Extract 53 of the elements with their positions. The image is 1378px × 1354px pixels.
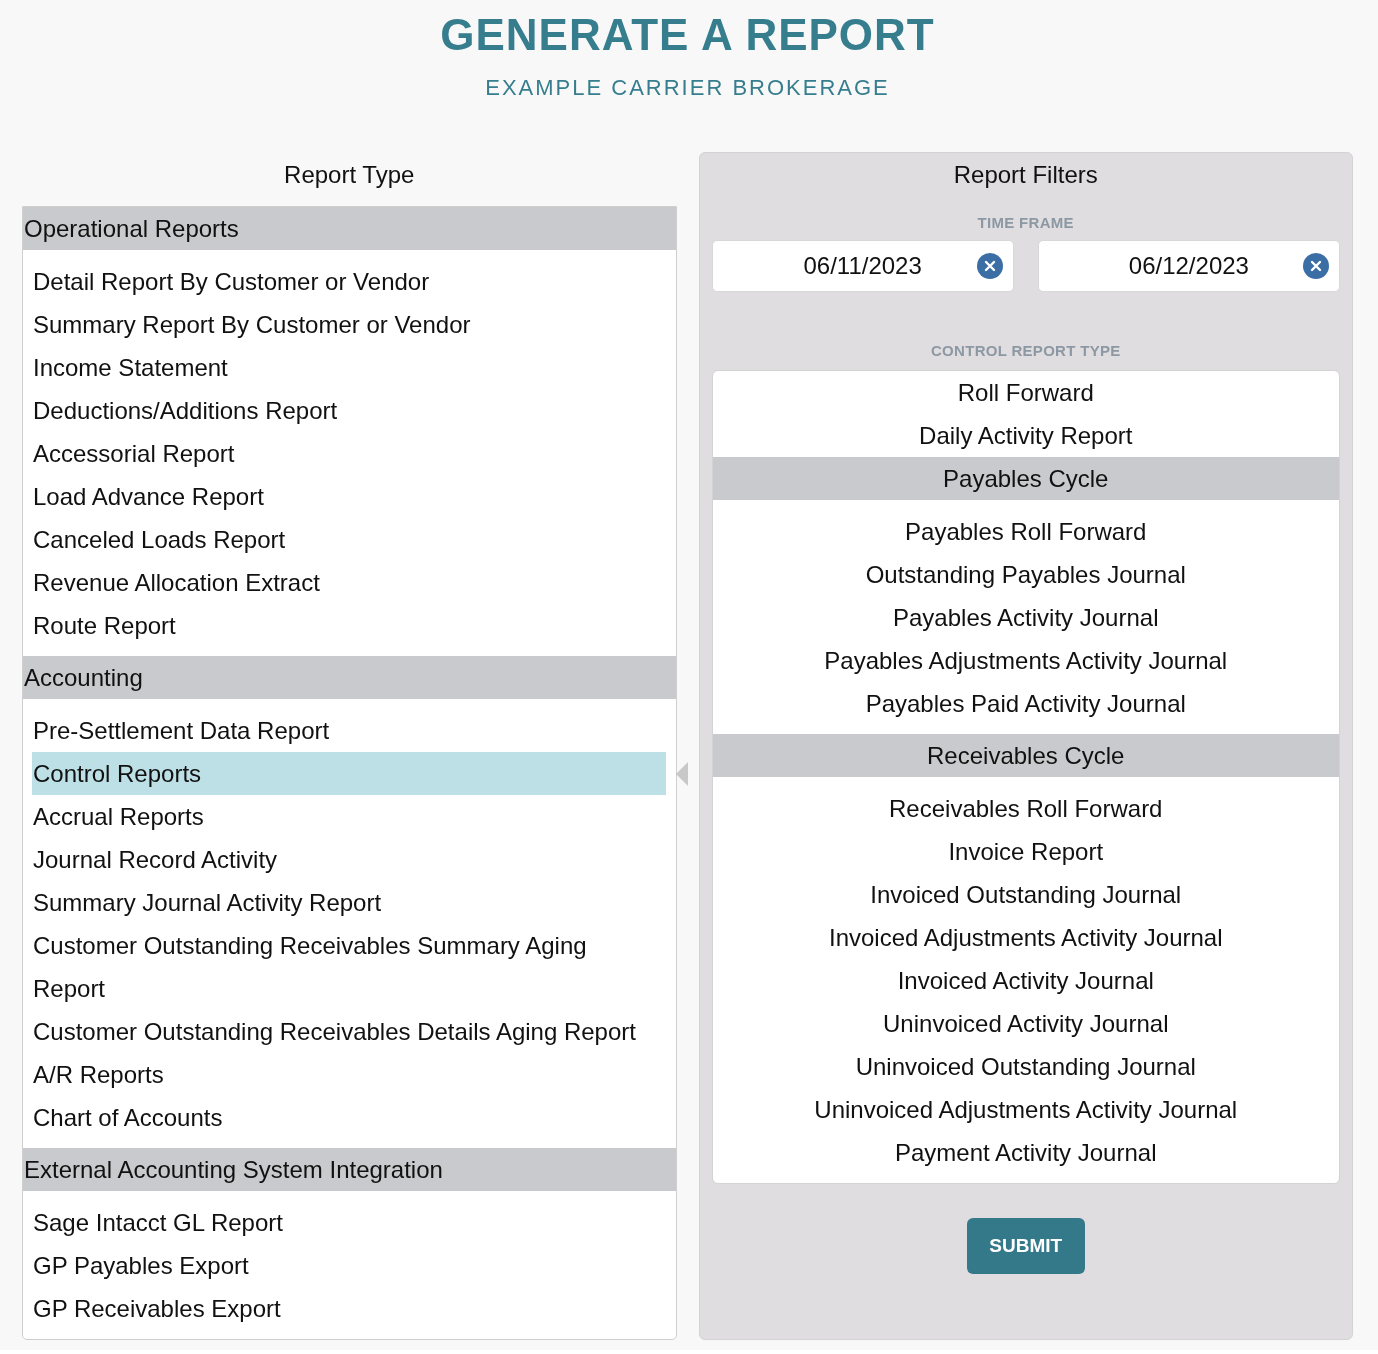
report-type-item[interactable]: Detail Report By Customer or Vendor	[32, 260, 666, 303]
report-type-item[interactable]: Journal Record Activity	[32, 838, 666, 881]
report-type-item[interactable]: Income Statement	[32, 346, 666, 389]
control-report-item[interactable]: Payment Activity Journal	[891, 1131, 1161, 1174]
control-report-type-label: CONTROL REPORT TYPE	[930, 341, 1121, 361]
page-subtitle: EXAMPLE CARRIER BROKERAGE	[485, 74, 890, 102]
report-type-item[interactable]: Summary Journal Activity Report	[32, 881, 666, 924]
report-type-item[interactable]: Load Advance Report	[32, 475, 666, 518]
report-type-heading: Report Type	[284, 160, 415, 190]
report-type-item[interactable]: Sage Intacct GL Report	[32, 1201, 666, 1244]
control-report-item[interactable]: Uninvoiced Adjustments Activity Journal	[810, 1088, 1242, 1131]
control-report-item[interactable]: Invoiced Adjustments Activity Journal	[825, 916, 1227, 959]
report-type-item[interactable]: Deductions/Additions Report	[32, 389, 666, 432]
date-field[interactable]: 06/11/2023	[711, 240, 1014, 292]
report-type-item[interactable]: Revenue Allocation Extract	[32, 561, 666, 604]
control-report-item[interactable]: Invoiced Outstanding Journal	[866, 873, 1186, 916]
report-type-item[interactable]: Pre-Settlement Data Report	[32, 709, 666, 752]
report-type-item[interactable]: A/R Reports	[32, 1053, 666, 1096]
section-header: Payables Cycle	[712, 457, 1339, 500]
section-header: Accounting	[23, 656, 676, 699]
report-type-item[interactable]: Customer Outstanding Receivables Summary Aging Report	[32, 924, 666, 1010]
submit-button[interactable]: SUBMIT	[966, 1218, 1085, 1274]
report-filters-heading: Report Filters	[953, 160, 1098, 190]
control-report-item[interactable]: Invoiced Activity Journal	[893, 959, 1158, 1002]
control-report-item[interactable]: Invoice Report	[944, 830, 1108, 873]
report-type-item[interactable]: Customer Outstanding Receivables Details Aging Report	[32, 1010, 666, 1053]
report-type-item[interactable]: Route Report	[32, 604, 666, 647]
control-report-item[interactable]: Payables Roll Forward	[901, 510, 1151, 553]
section-header: External Accounting System Integration	[23, 1148, 676, 1191]
report-type-item[interactable]: GP Payables Export	[32, 1244, 666, 1287]
clear-icon[interactable]	[1303, 253, 1329, 279]
control-report-item[interactable]: Outstanding Payables Journal	[861, 553, 1190, 596]
control-report-item[interactable]: Uninvoiced Activity Journal	[879, 1002, 1173, 1045]
page-title: GENERATE A REPORT	[440, 9, 935, 61]
section-header: Operational Reports	[23, 207, 676, 250]
report-type-item[interactable]: Summary Report By Customer or Vendor	[32, 303, 666, 346]
report-type-item[interactable]: GP Receivables Export	[32, 1287, 666, 1330]
control-report-item[interactable]: Payables Paid Activity Journal	[861, 682, 1190, 725]
control-report-item[interactable]: Payables Activity Journal	[889, 596, 1163, 639]
control-report-item[interactable]: Payables Adjustments Activity Journal	[820, 639, 1232, 682]
report-type-item[interactable]: Accessorial Report	[32, 432, 666, 475]
report-type-item[interactable]: Accrual Reports	[32, 795, 666, 838]
control-report-item[interactable]: Uninvoiced Outstanding Journal	[851, 1045, 1200, 1088]
report-type-item[interactable]: Canceled Loads Report	[32, 518, 666, 561]
control-report-item[interactable]: Receivables Roll Forward	[885, 787, 1167, 830]
date-field[interactable]: 06/12/2023	[1037, 240, 1340, 292]
control-report-item[interactable]: Daily Activity Report	[915, 414, 1137, 457]
report-type-item[interactable]: Chart of Accounts	[32, 1096, 666, 1139]
clear-icon[interactable]	[976, 253, 1003, 279]
report-type-item[interactable]: Control Reports	[32, 752, 666, 795]
section-header: Receivables Cycle	[712, 734, 1339, 777]
time-frame-label: TIME FRAME	[977, 213, 1074, 233]
control-report-item[interactable]: Roll Forward	[953, 371, 1098, 414]
